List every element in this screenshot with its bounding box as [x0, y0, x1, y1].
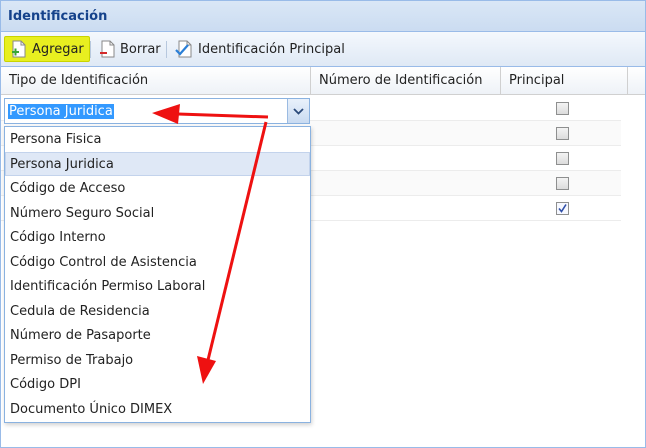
- dropdown-option[interactable]: Permiso de Trabajo: [5, 348, 310, 373]
- principal-checkbox[interactable]: [556, 152, 569, 165]
- dropdown-option[interactable]: Número de Pasaporte: [5, 323, 310, 348]
- toolbar-separator: [166, 41, 167, 58]
- dropdown-option[interactable]: Código Interno: [5, 225, 310, 250]
- add-button[interactable]: Agregar: [4, 36, 90, 62]
- principal-checkbox[interactable]: [556, 102, 569, 115]
- dropdown-option[interactable]: Persona Fisica: [5, 127, 310, 152]
- combo-trigger[interactable]: [287, 99, 309, 123]
- dropdown-option[interactable]: Identificación Permiso Laboral: [5, 274, 310, 299]
- add-label: Agregar: [32, 41, 84, 57]
- primary-id-icon: [175, 40, 192, 58]
- column-header-number[interactable]: Número de Identificación: [311, 67, 501, 94]
- grid-header: Tipo de Identificación Número de Identif…: [1, 67, 645, 95]
- column-header-type[interactable]: Tipo de Identificación: [1, 67, 311, 94]
- dropdown-option[interactable]: Cedula de Residencia: [5, 299, 310, 324]
- delete-icon: [100, 40, 115, 58]
- toolbar: Agregar Borrar Identificación Principal: [1, 32, 645, 67]
- dropdown-option[interactable]: Número Seguro Social: [5, 201, 310, 226]
- dropdown-option[interactable]: Documento Único DIMEX: [5, 397, 310, 422]
- primary-id-button[interactable]: Identificación Principal: [169, 36, 350, 62]
- identification-type-combo[interactable]: Persona Juridica: [4, 98, 310, 124]
- identification-type-dropdown: Persona Fisica Persona Juridica Código de …: [4, 126, 311, 423]
- delete-button[interactable]: Borrar: [93, 36, 166, 62]
- identification-panel: Identificación Agregar Borrar Identifica…: [0, 0, 646, 448]
- chevron-down-icon: [293, 107, 304, 115]
- panel-header: Identificación: [1, 1, 645, 32]
- dropdown-option[interactable]: Código Control de Asistencia: [5, 250, 310, 275]
- combo-value: Persona Juridica: [8, 104, 114, 119]
- principal-checkbox-checked[interactable]: [556, 202, 569, 215]
- dropdown-option[interactable]: Código DPI: [5, 372, 310, 397]
- checkmark-icon: [558, 204, 567, 213]
- dropdown-option[interactable]: Código de Acceso: [5, 176, 310, 201]
- column-header-principal[interactable]: Principal: [501, 67, 628, 94]
- panel-title: Identificación: [8, 9, 108, 24]
- add-icon: [12, 40, 26, 58]
- primary-id-label: Identificación Principal: [198, 41, 345, 57]
- delete-label: Borrar: [120, 41, 161, 57]
- principal-checkbox[interactable]: [556, 127, 569, 140]
- principal-checkbox[interactable]: [556, 177, 569, 190]
- dropdown-option[interactable]: Persona Juridica: [5, 151, 310, 176]
- toolbar-separator: [90, 41, 91, 58]
